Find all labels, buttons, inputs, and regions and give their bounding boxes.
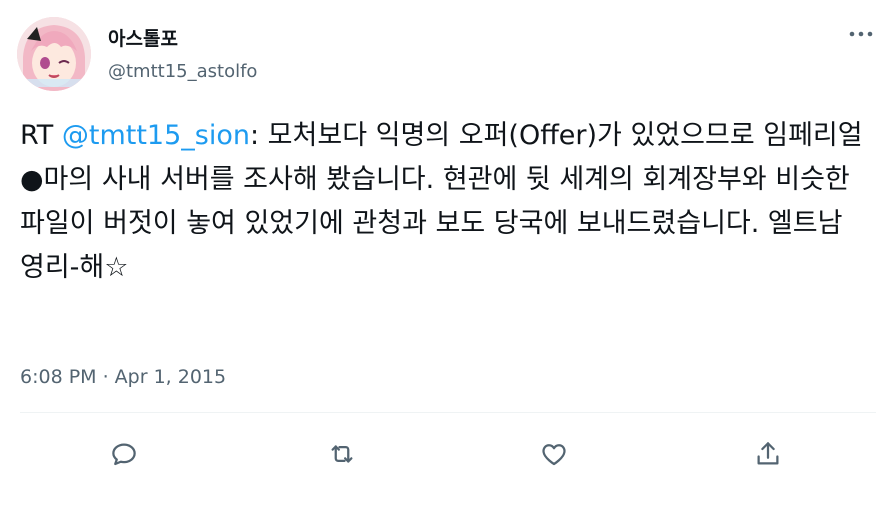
share-icon[interactable] [750, 436, 786, 472]
tweet-text: RT @tmtt15_sion: 모처보다 익명의 오퍼(Offer)가 있었으… [20, 114, 865, 290]
more-options-icon[interactable] [846, 22, 876, 46]
anime-avatar-image [17, 17, 91, 91]
retweet-prefix: RT [20, 120, 62, 151]
retweet-icon[interactable] [324, 436, 360, 472]
mention-link[interactable]: @tmtt15_sion [62, 120, 250, 151]
avatar[interactable] [17, 17, 91, 91]
like-icon[interactable] [536, 436, 572, 472]
display-name[interactable]: 아스톨포 [108, 24, 178, 51]
timestamp[interactable]: 6:08 PM · Apr 1, 2015 [20, 366, 226, 388]
action-bar [0, 436, 894, 472]
user-handle[interactable]: @tmtt15_astolfo [108, 61, 257, 82]
reply-icon[interactable] [106, 436, 142, 472]
divider [20, 412, 876, 413]
